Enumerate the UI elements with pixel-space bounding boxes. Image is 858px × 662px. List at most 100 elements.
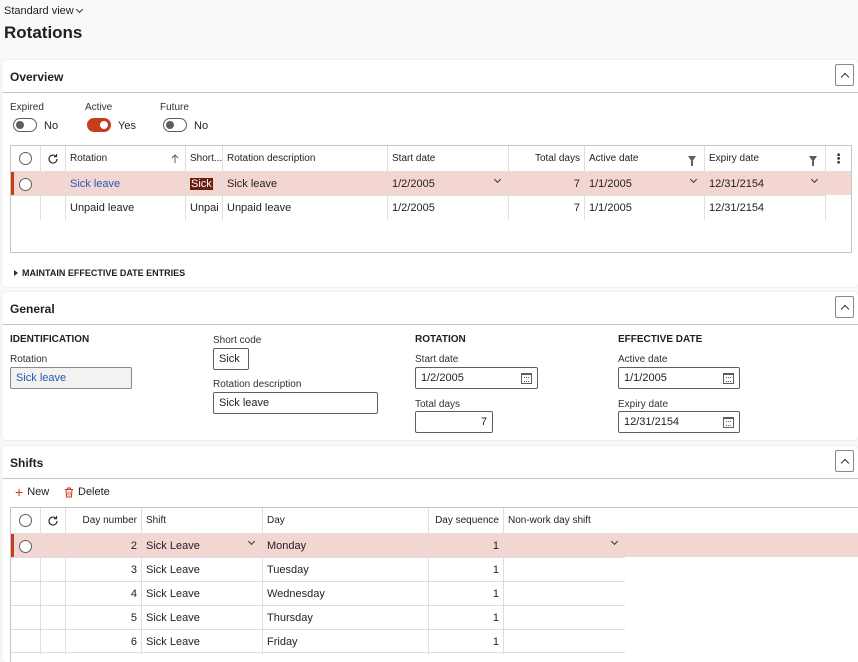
general-collapse-button[interactable] (835, 296, 854, 318)
shifts-header[interactable]: Shifts (2, 446, 858, 479)
start-date-field[interactable]: 1/2/2005 (415, 367, 538, 389)
maintain-effective-date-toggle[interactable]: MAINTAIN EFFECTIVE DATE ENTRIES (14, 268, 185, 278)
short-code-cell[interactable]: Unpai (186, 196, 223, 220)
rotation-link[interactable]: Sick leave (66, 172, 186, 196)
general-header[interactable]: General (2, 292, 858, 325)
total-days-cell[interactable]: 7 (509, 172, 585, 196)
select-all-header[interactable] (11, 508, 41, 533)
table-row[interactable]: Sick leave Sick Sick leave 1/2/2005 7 1/… (11, 171, 851, 196)
col-expiry-date[interactable]: Expiry date (705, 146, 826, 171)
active-toggle[interactable] (87, 118, 111, 132)
refresh-header[interactable] (41, 508, 66, 533)
total-days-cell[interactable]: 7 (509, 196, 585, 220)
day-number-cell[interactable]: 5 (66, 606, 142, 630)
col-shift[interactable]: Shift (142, 508, 263, 533)
non-work-day-shift-cell[interactable] (504, 630, 625, 654)
day-number-cell[interactable]: 6 (66, 630, 142, 654)
rotation-cell[interactable]: Unpaid leave (66, 196, 186, 220)
expiry-date-field[interactable]: 12/31/2154 (618, 411, 740, 433)
col-day-number[interactable]: Day number (66, 508, 142, 533)
standard-view-selector[interactable]: Standard view (4, 5, 83, 17)
table-row[interactable]: 2 Sick Leave Monday 1 (11, 533, 858, 558)
row-select[interactable] (11, 558, 41, 582)
day-number-cell[interactable]: 3 (66, 558, 142, 582)
more-options-icon[interactable]: ⋮ (826, 146, 851, 171)
col-day-sequence[interactable]: Day sequence (429, 508, 504, 533)
rotation-description-field[interactable]: Sick leave (213, 392, 378, 414)
col-description[interactable]: Rotation description (223, 146, 388, 171)
day-sequence-cell[interactable]: 1 (429, 630, 504, 654)
total-days-field[interactable]: 7 (415, 411, 493, 433)
short-code-cell[interactable]: Sick (186, 172, 223, 196)
day-cell[interactable]: Monday (263, 534, 429, 558)
day-sequence-cell[interactable]: 1 (429, 582, 504, 606)
select-all-header[interactable] (11, 146, 41, 171)
shift-cell[interactable]: Sick Leave (142, 630, 263, 654)
col-day[interactable]: Day (263, 508, 429, 533)
filter-icon[interactable] (809, 155, 817, 166)
active-date-cell[interactable]: 1/1/2005 (585, 172, 705, 196)
description-cell[interactable]: Sick leave (223, 172, 388, 196)
non-work-day-shift-cell[interactable] (504, 534, 625, 558)
day-sequence-cell[interactable]: 1 (429, 606, 504, 630)
non-work-day-shift-cell[interactable] (504, 558, 625, 582)
col-total-days[interactable]: Total days (509, 146, 585, 171)
day-cell[interactable]: Friday (263, 630, 429, 654)
day-cell[interactable]: Tuesday (263, 558, 429, 582)
day-cell[interactable]: Wednesday (263, 582, 429, 606)
delete-button[interactable]: Delete (64, 486, 110, 498)
col-rotation[interactable]: Rotation (66, 146, 186, 171)
select-all-radio[interactable] (19, 514, 32, 527)
chevron-down-icon[interactable] (689, 175, 698, 184)
day-cell[interactable]: Thursday (263, 606, 429, 630)
row-select[interactable] (11, 630, 41, 654)
row-radio[interactable] (19, 539, 32, 553)
chevron-down-icon[interactable] (810, 175, 819, 184)
non-work-day-shift-cell[interactable] (504, 606, 625, 630)
select-all-radio[interactable] (19, 152, 32, 165)
table-row[interactable]: 5 Sick Leave Thursday 1 (11, 605, 625, 630)
col-short[interactable]: Short... (186, 146, 223, 171)
shift-cell[interactable]: Sick Leave (142, 558, 263, 582)
row-radio[interactable] (19, 177, 32, 191)
row-select[interactable] (11, 582, 41, 606)
future-toggle[interactable] (163, 118, 187, 132)
expiry-date-cell[interactable]: 12/31/2154 (705, 172, 826, 196)
overview-header[interactable]: Overview (2, 60, 858, 93)
start-date-cell[interactable]: 1/2/2005 (388, 172, 509, 196)
active-date-field[interactable]: 1/1/2005 (618, 367, 740, 389)
table-row[interactable]: 4 Sick Leave Wednesday 1 (11, 581, 625, 606)
active-date-cell[interactable]: 1/1/2005 (585, 196, 705, 220)
start-date-cell[interactable]: 1/2/2005 (388, 196, 509, 220)
refresh-header[interactable] (41, 146, 66, 171)
chevron-down-icon[interactable] (610, 537, 619, 546)
row-select[interactable] (11, 172, 41, 196)
shift-cell[interactable]: Sick Leave (142, 606, 263, 630)
day-number-cell[interactable]: 4 (66, 582, 142, 606)
overview-collapse-button[interactable] (835, 64, 854, 86)
shift-cell[interactable]: Sick Leave (142, 534, 263, 558)
non-work-day-shift-cell[interactable] (504, 582, 625, 606)
day-sequence-cell[interactable]: 1 (429, 558, 504, 582)
new-button[interactable]: + New (15, 485, 49, 499)
row-select[interactable] (11, 606, 41, 630)
col-active-date[interactable]: Active date (585, 146, 705, 171)
row-select[interactable] (11, 196, 41, 220)
table-row[interactable]: 3 Sick Leave Tuesday 1 (11, 557, 625, 582)
description-cell[interactable]: Unpaid leave (223, 196, 388, 220)
calendar-icon[interactable] (723, 417, 734, 428)
expired-toggle[interactable] (13, 118, 37, 132)
calendar-icon[interactable] (521, 373, 532, 384)
expiry-date-cell[interactable]: 12/31/2154 (705, 196, 826, 220)
chevron-down-icon[interactable] (247, 537, 256, 546)
short-code-field[interactable]: Sick (213, 348, 249, 370)
col-start-date[interactable]: Start date (388, 146, 509, 171)
table-row[interactable]: 6 Sick Leave Friday 1 (11, 629, 625, 654)
day-sequence-cell[interactable]: 1 (429, 534, 504, 558)
shift-cell[interactable]: Sick Leave (142, 582, 263, 606)
row-select[interactable] (11, 534, 41, 558)
rotation-field[interactable]: Sick leave (10, 367, 132, 389)
shifts-collapse-button[interactable] (835, 450, 854, 472)
table-row[interactable]: Unpaid leave Unpai Unpaid leave 1/2/2005… (11, 195, 826, 220)
col-non-work-day-shift[interactable]: Non-work day shift (504, 508, 625, 533)
